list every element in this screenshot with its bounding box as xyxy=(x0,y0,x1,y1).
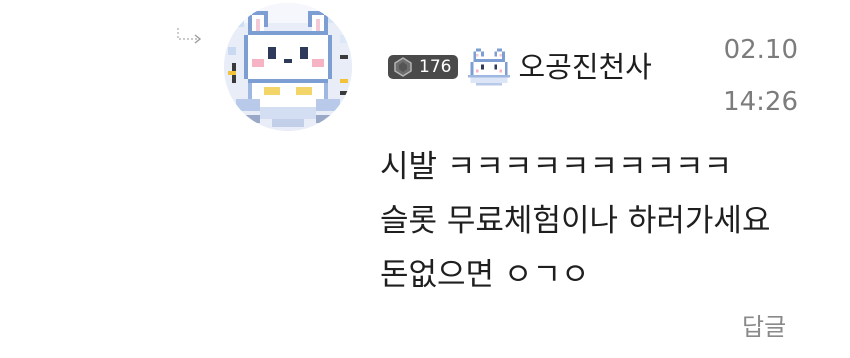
reply-indicator-icon xyxy=(175,26,205,46)
level-number: 176 xyxy=(419,57,452,77)
comment-time: 14:26 xyxy=(723,87,798,117)
bunny-mascot-icon xyxy=(468,48,511,86)
comment-line: 돈없으면 ㅇㄱㅇ xyxy=(380,257,590,293)
reply-button[interactable]: 답글 xyxy=(742,308,786,346)
comment-timestamp: 02.10 14:26 xyxy=(700,24,798,128)
comment-body: 시발 ㅋㅋㅋㅋㅋㅋㅋㅋㅋㅋ 슬롯 무료체험이나 하러가세요 돈없으면 ㅇㄱㅇ xyxy=(380,140,770,302)
author-nickname[interactable]: 오공진천사 xyxy=(518,44,651,90)
avatar[interactable] xyxy=(224,3,352,131)
author-meta: 176 오공진천사 xyxy=(388,44,652,90)
level-badge: 176 xyxy=(388,55,459,79)
comment-line: 시발 ㅋㅋㅋㅋㅋㅋㅋㅋㅋㅋ xyxy=(380,149,733,185)
comment-line: 슬롯 무료체험이나 하러가세요 xyxy=(380,203,771,239)
comment-date: 02.10 xyxy=(723,35,798,65)
gem-icon xyxy=(394,57,412,77)
